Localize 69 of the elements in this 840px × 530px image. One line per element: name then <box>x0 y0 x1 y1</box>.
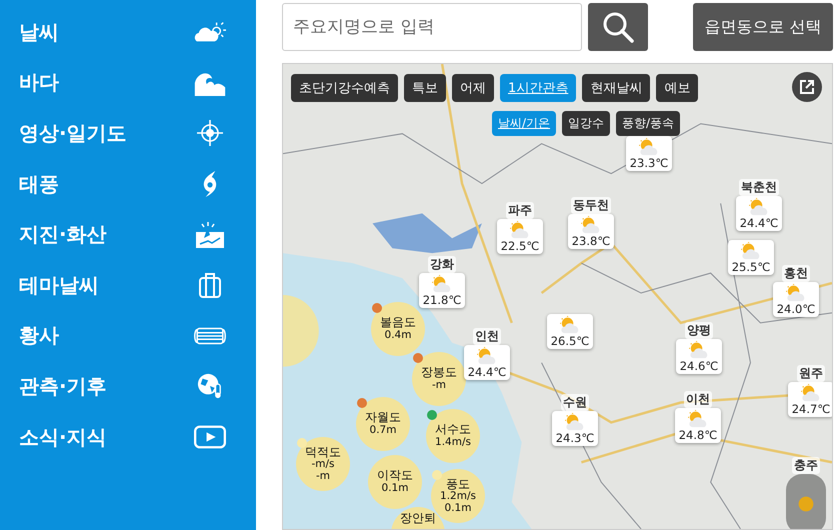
map-subtab[interactable]: 일강수 <box>562 111 610 136</box>
station-name: 자월도 <box>365 411 401 425</box>
map-tab[interactable]: 어제 <box>452 74 494 102</box>
weather-marker[interactable]: 25.5℃ <box>728 240 774 275</box>
temperature: 22.5℃ <box>500 239 540 253</box>
weather-marker[interactable] <box>786 474 826 529</box>
temperature: 24.6℃ <box>680 359 718 373</box>
sea-reading: 0.1m <box>444 502 472 514</box>
station-name: 원주 <box>797 365 825 382</box>
temperature: 21.8℃ <box>422 293 462 307</box>
station-name: 양평 <box>685 322 713 339</box>
temperature: 24.4℃ <box>468 365 506 379</box>
temperature: 24.4℃ <box>740 216 778 230</box>
temperature: 24.7℃ <box>792 402 830 416</box>
weather-marker[interactable]: 23.8℃ <box>568 214 614 249</box>
map-subtab[interactable]: 풍향/풍속 <box>616 111 680 136</box>
sea-reading: -m/s <box>311 458 335 471</box>
station-name: 볼음도 <box>380 316 416 330</box>
station-name: 파주 <box>506 202 534 219</box>
station-name: 이천 <box>684 391 712 408</box>
temperature: 23.3℃ <box>630 156 668 170</box>
station-name: 홍천 <box>782 265 810 282</box>
station-name: 덕적도 <box>305 446 341 459</box>
temperature: 24.8℃ <box>678 428 718 442</box>
region-select-button[interactable]: 읍면동으로 선택 <box>693 3 833 51</box>
temperature: 26.5℃ <box>550 334 590 348</box>
station-name: 북춘천 <box>739 179 779 196</box>
weather-marker[interactable]: 24.8℃ <box>675 408 721 443</box>
station-name: 동두천 <box>571 197 611 214</box>
temperature: 23.8℃ <box>572 234 610 248</box>
sea-reading: 0.4m <box>384 330 412 342</box>
search-icon <box>602 11 634 43</box>
temperature: 25.5℃ <box>732 260 770 274</box>
station-name: 강화 <box>428 256 456 273</box>
station-name: 인천 <box>473 328 501 345</box>
temperature: 24.0℃ <box>776 302 816 316</box>
weather-marker[interactable]: 26.5℃ <box>547 314 593 349</box>
video-icon <box>194 424 226 450</box>
sea-reading: 1.2m/s <box>440 490 476 503</box>
station-name: 풍도 <box>446 478 470 491</box>
sea-reading: -m <box>432 380 446 392</box>
weather-marker[interactable]: 24.0℃ <box>773 282 819 317</box>
station-name: 이작도 <box>377 469 413 483</box>
map-tab[interactable]: 현재날씨 <box>582 74 650 102</box>
weather-marker[interactable]: 23.3℃ <box>626 136 672 171</box>
map-tab[interactable]: 특보 <box>404 74 446 102</box>
weather-marker[interactable]: 24.7℃ <box>788 382 832 417</box>
sea-reading: -m <box>316 470 330 482</box>
station-name: 서수도 <box>435 423 471 437</box>
station-name: 수원 <box>561 394 589 411</box>
temperature: 24.3℃ <box>556 431 594 445</box>
search-button[interactable] <box>588 3 648 51</box>
sea-reading: 0.1m <box>382 482 408 495</box>
sea-reading: 0.7m <box>370 424 396 437</box>
weather-marker[interactable]: 21.8℃ <box>419 273 465 308</box>
weather-marker[interactable]: 24.4℃ <box>464 345 510 380</box>
sea-reading: 1.4m/s <box>435 436 471 449</box>
earthquake-icon <box>194 222 226 248</box>
station-name: 장봉도 <box>421 366 457 380</box>
weather-marker[interactable]: 24.4℃ <box>736 196 782 231</box>
external-link-icon <box>799 79 815 95</box>
weather-marker[interactable]: 24.6℃ <box>676 339 722 374</box>
map-tab[interactable]: 예보 <box>656 74 698 102</box>
target-globe-icon <box>194 120 226 146</box>
weather-marker[interactable]: 22.5℃ <box>497 219 543 254</box>
station-name: 충주 <box>792 457 820 474</box>
weather-marker[interactable]: 24.3℃ <box>552 411 598 446</box>
search-field[interactable]: 주요지명으로 입력 <box>282 3 582 51</box>
map-tab[interactable]: 초단기강수예측 <box>291 74 398 102</box>
